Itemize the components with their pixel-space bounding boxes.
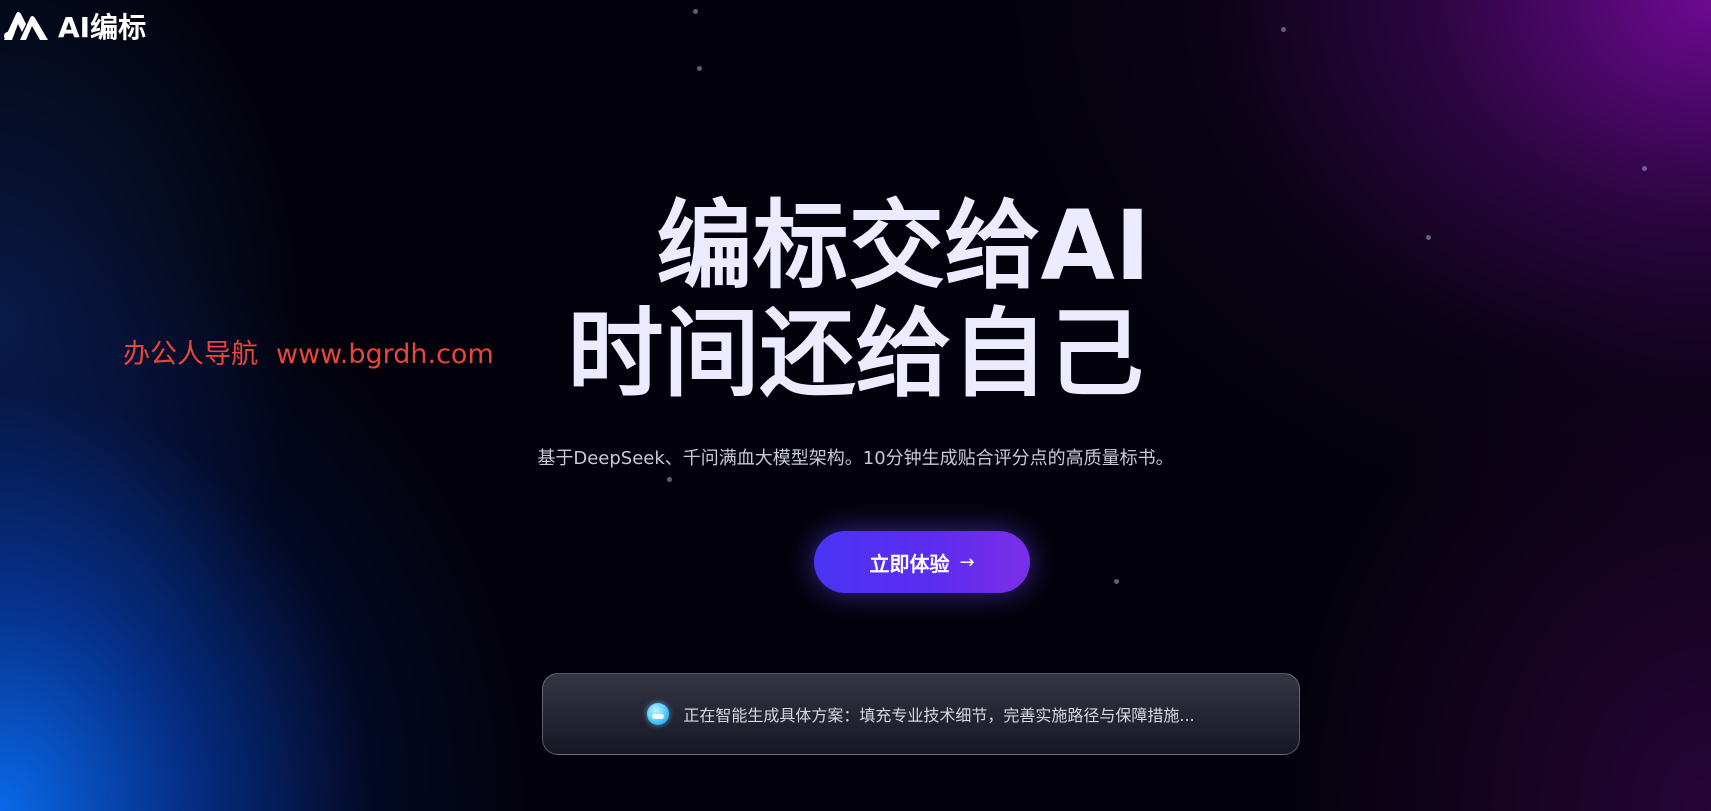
star-dot <box>1114 579 1119 584</box>
star-dot <box>693 9 698 14</box>
arrow-right-icon: → <box>959 551 975 573</box>
try-now-label: 立即体验 <box>869 551 950 576</box>
try-now-button[interactable]: 立即体验 → <box>814 531 1030 593</box>
star-dot <box>697 66 702 71</box>
star-dot <box>1281 27 1286 32</box>
hero-subtitle: 基于DeepSeek、千问满血大模型架构。10分钟生成贴合评分点的高质量标书。 <box>537 448 1174 469</box>
ai-logo-icon <box>2 10 50 42</box>
brand-name: AI编标 <box>58 11 147 44</box>
star-dot <box>1642 166 1647 171</box>
generation-status-text: 正在智能生成具体方案：填充专业技术细节，完善实施路径与保障措施... <box>683 706 1195 725</box>
generation-status-card: 正在智能生成具体方案：填充专业技术细节，完善实施路径与保障措施... <box>542 673 1300 755</box>
brand-logo[interactable]: AI编标 <box>2 6 146 46</box>
hero-title-line1: 编标交给AI <box>656 190 1151 302</box>
hero-title: 编标交给AI 时间还给自己 <box>0 192 1711 408</box>
hero-title-line2: 时间还给自己 <box>567 298 1144 410</box>
ai-status-icon <box>647 703 670 725</box>
star-dot <box>667 477 672 482</box>
